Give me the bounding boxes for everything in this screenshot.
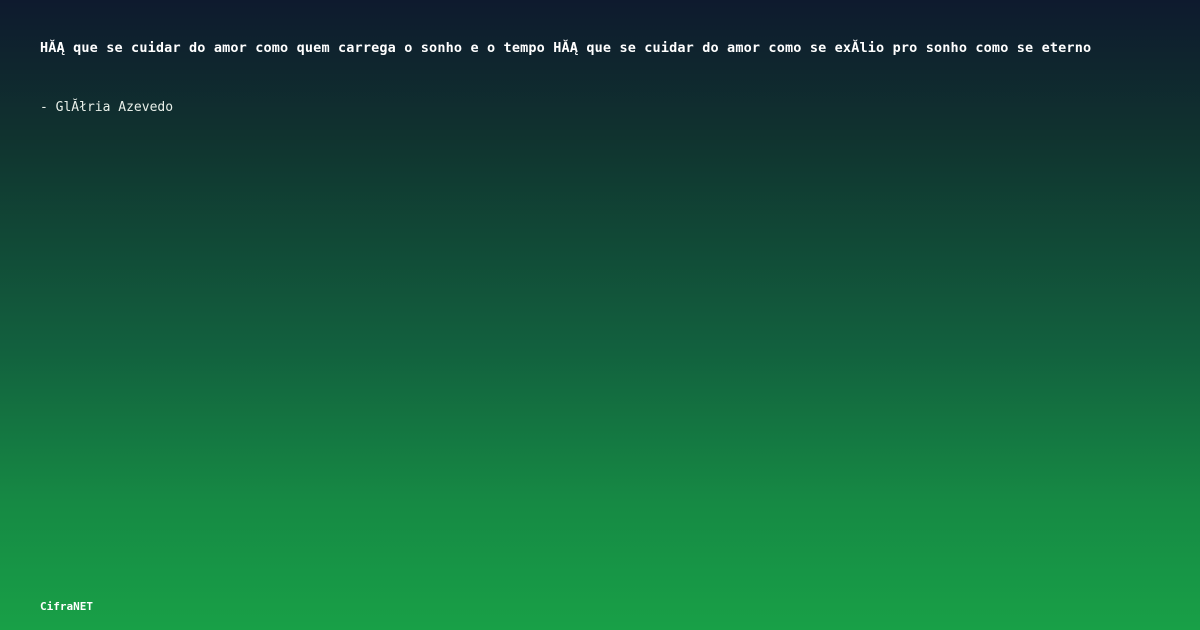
brand-logo-text: CifraNET [40,600,93,613]
quote-text: HĂĄ que se cuidar do amor como quem carr… [40,40,1092,56]
quote-author: - GlĂłria Azevedo [40,100,174,115]
